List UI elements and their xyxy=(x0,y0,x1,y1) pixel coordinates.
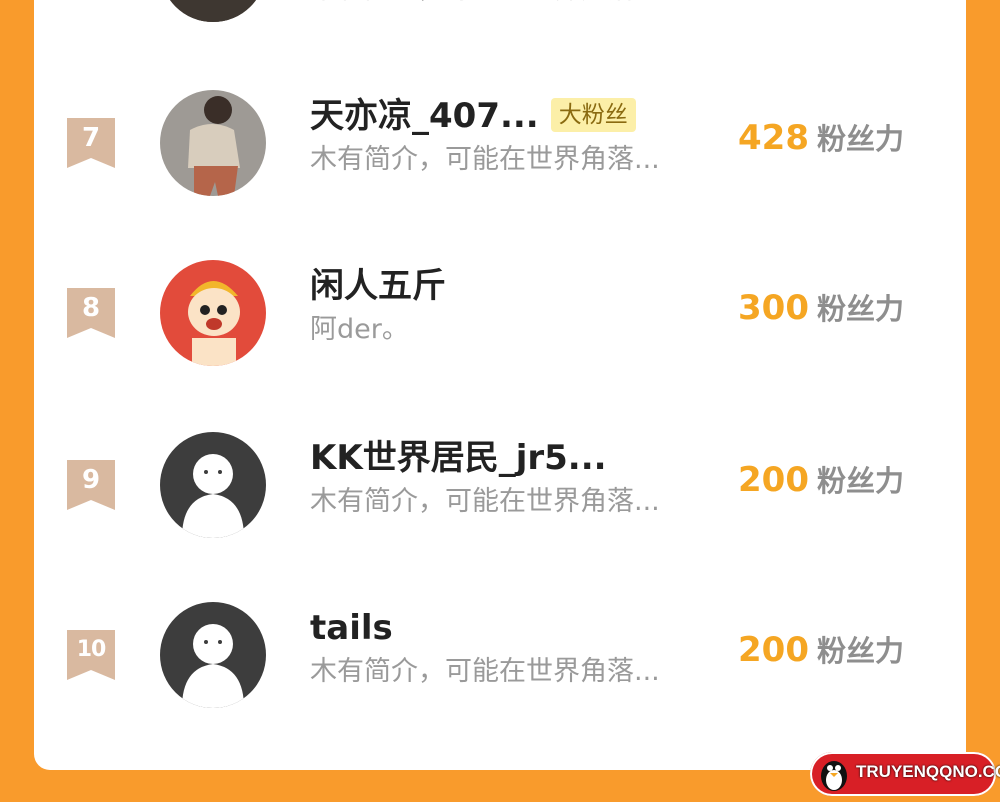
score-unit: 粉丝力 xyxy=(816,292,904,326)
user-bio: 阿der。 xyxy=(310,314,409,345)
leaderboard-row-partial[interactable]: 木有简介，可能在世界角落... xyxy=(34,0,966,22)
rank-ribbon: 8 xyxy=(67,288,115,338)
rank-number: 8 xyxy=(81,293,101,323)
leaderboard-row[interactable]: 7 天亦凉_407... 大粉丝 木有简介，可能在世界角落... 428 粉丝力 xyxy=(34,86,966,196)
rank-number: 10 xyxy=(76,637,107,662)
rank-ribbon: 7 xyxy=(67,118,115,168)
fan-power-score: 300 粉丝力 xyxy=(738,286,904,336)
leaderboard-row[interactable]: 8 闲人五斤 阿der。 300 粉丝力 xyxy=(34,256,966,366)
cartoon-character-avatar[interactable] xyxy=(160,260,266,366)
leaderboard-card: 木有简介，可能在世界角落... 7 天亦凉_407... 大粉丝 木有简介，可能在… xyxy=(34,0,966,770)
fan-power-score: 200 粉丝力 xyxy=(738,628,904,678)
score-value: 200 xyxy=(738,460,809,500)
user-name[interactable]: KK世界居民_jr5... xyxy=(310,436,607,480)
penguin-icon xyxy=(814,754,854,794)
user-name[interactable]: 闲人五斤 xyxy=(310,264,446,308)
leaderboard-row[interactable]: 10 tails 木有简介，可能在世界角落... 200 粉丝力 xyxy=(34,598,966,708)
rank-ribbon: 9 xyxy=(67,460,115,510)
user-bio: 木有简介，可能在世界角落... xyxy=(310,486,660,517)
fan-power-score: 428 粉丝力 xyxy=(738,116,904,166)
rank-number: 7 xyxy=(81,123,101,153)
default-user-avatar[interactable] xyxy=(160,602,266,708)
score-unit: 粉丝力 xyxy=(816,122,904,156)
user-name[interactable]: 天亦凉_407... 大粉丝 xyxy=(310,94,636,138)
user-bio: 木有简介，可能在世界角落... xyxy=(310,0,660,8)
fan-badge: 大粉丝 xyxy=(550,98,636,132)
user-name[interactable]: tails xyxy=(310,606,393,650)
score-value: 200 xyxy=(738,630,809,670)
rank-ribbon: 10 xyxy=(67,630,115,680)
person-photo-avatar[interactable] xyxy=(160,90,266,196)
score-value: 428 xyxy=(738,118,809,158)
fan-power-score: 200 粉丝力 xyxy=(738,458,904,508)
user-bio: 木有简介，可能在世界角落... xyxy=(310,144,660,175)
user-bio: 木有简介，可能在世界角落... xyxy=(310,656,660,687)
score-value: 300 xyxy=(738,288,809,328)
site-watermark: TRUYENQQNO.COM xyxy=(810,752,1000,796)
user-name-text: 天亦凉_407... xyxy=(310,96,539,136)
avatar xyxy=(160,0,266,22)
default-user-avatar[interactable] xyxy=(160,432,266,538)
watermark-text: TRUYENQQNO.COM xyxy=(856,762,1000,781)
leaderboard-row[interactable]: 9 KK世界居民_jr5... 木有简介，可能在世界角落... 200 粉丝力 xyxy=(34,428,966,538)
score-unit: 粉丝力 xyxy=(816,464,904,498)
score-unit: 粉丝力 xyxy=(816,634,904,668)
rank-number: 9 xyxy=(81,465,101,495)
